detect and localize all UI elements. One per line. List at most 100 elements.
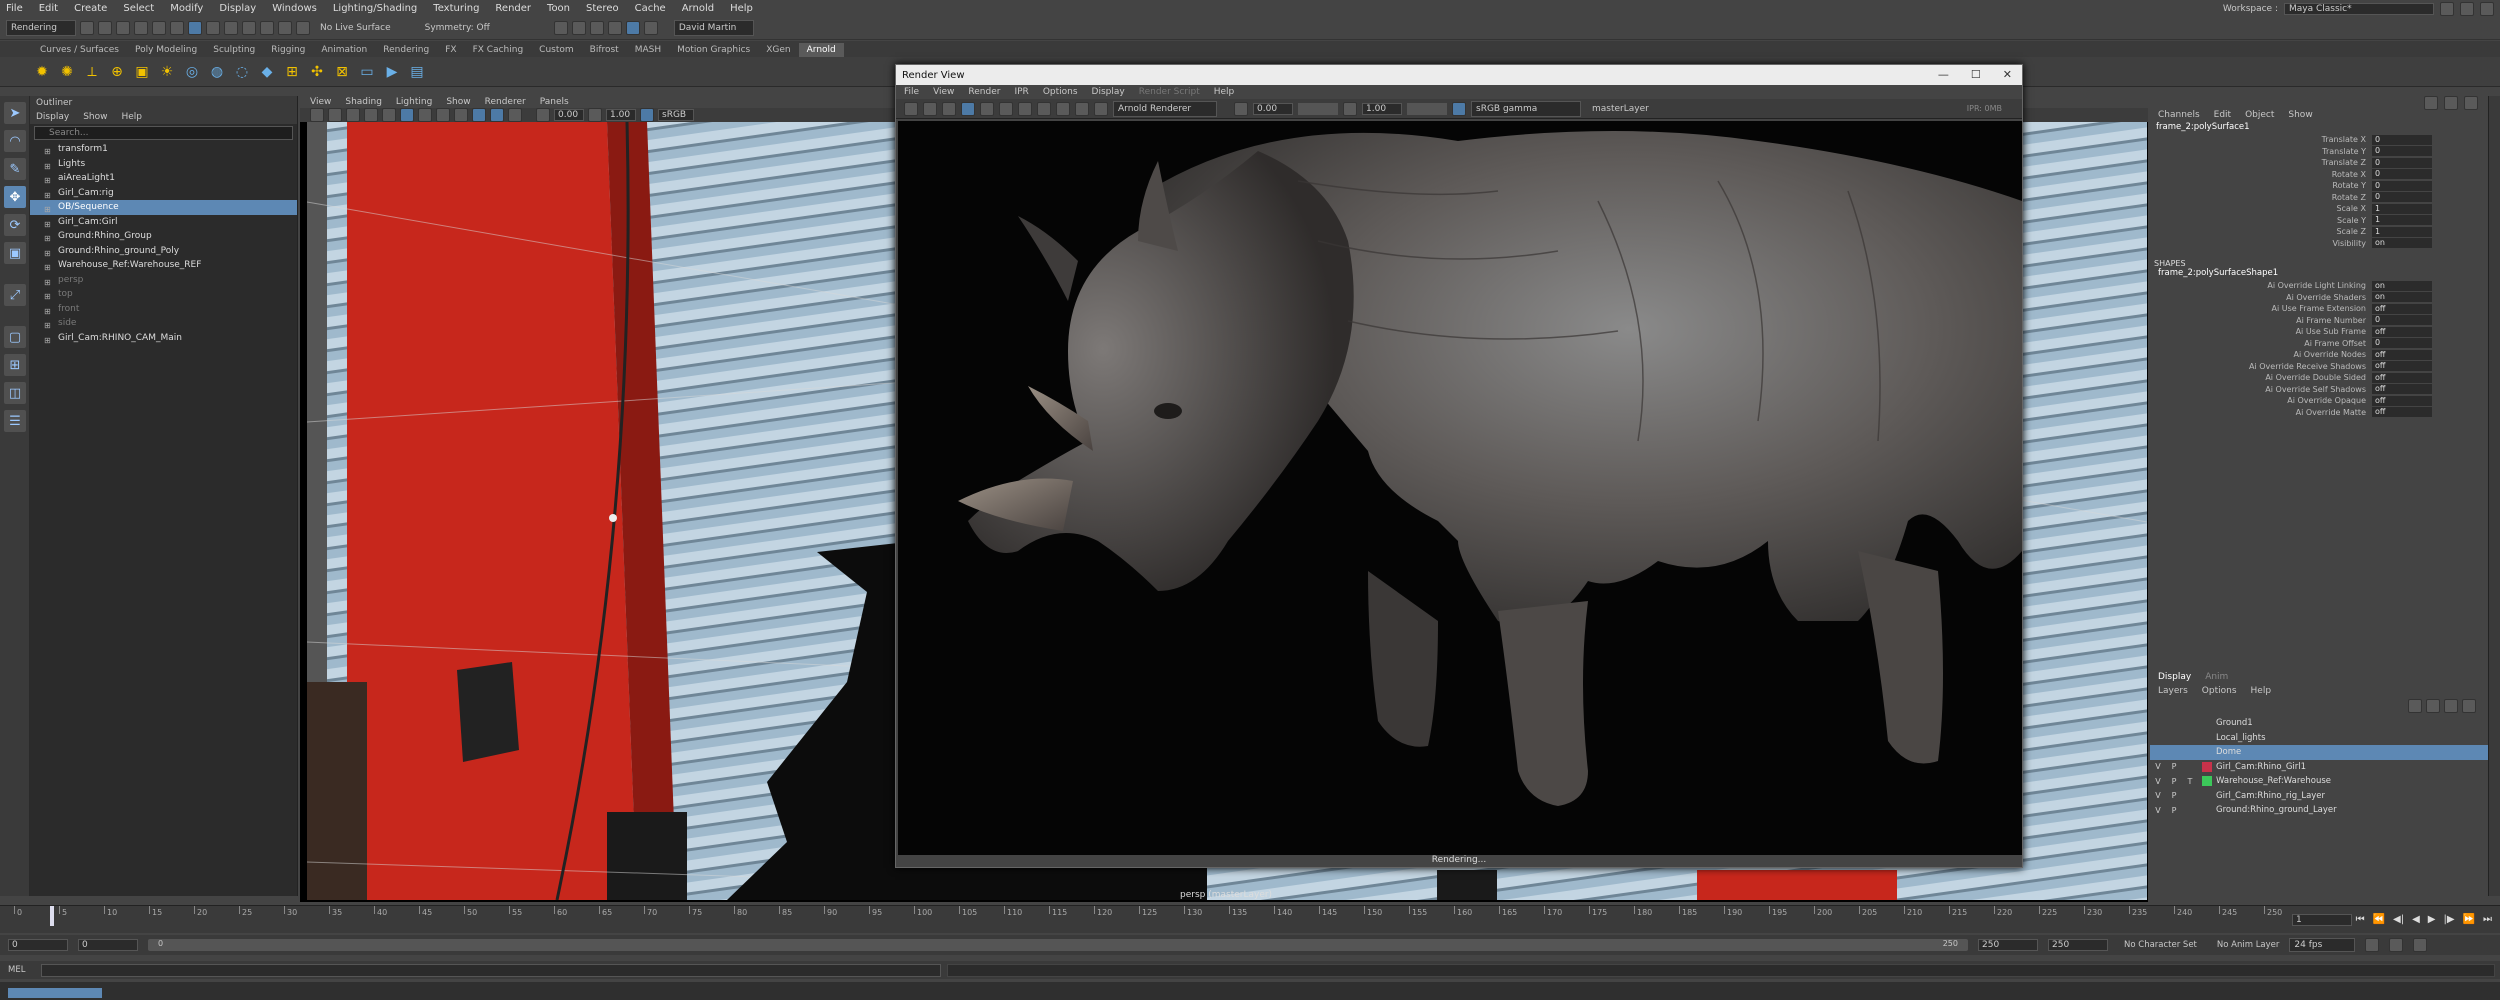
move-layer-up-icon[interactable]: [2408, 699, 2422, 713]
shelf-tab-animation[interactable]: Animation: [313, 43, 375, 57]
physical-sky-icon[interactable]: ☀: [157, 62, 177, 82]
undo-icon[interactable]: [134, 20, 148, 35]
channel-value[interactable]: 0: [2372, 146, 2432, 157]
channel-row[interactable]: Ai Use Frame Extension off: [2150, 303, 2488, 315]
menu-create[interactable]: Create: [74, 3, 107, 14]
shelf-tab-fx-caching[interactable]: FX Caching: [465, 43, 532, 57]
rv-exposure-field[interactable]: 0.00: [1253, 102, 1293, 115]
step-forward-frame-icon[interactable]: |▶: [2443, 914, 2454, 925]
menu-edit[interactable]: Edit: [39, 3, 58, 14]
rv-exposure-icon[interactable]: [1234, 101, 1248, 116]
layer-toggle-t[interactable]: T: [2182, 777, 2198, 786]
ipr-icon[interactable]: [923, 101, 937, 116]
channel-value[interactable]: off: [2372, 372, 2432, 383]
layer-toggle-p[interactable]: P: [2166, 806, 2182, 815]
light-portal-icon[interactable]: ▣: [132, 62, 152, 82]
shelf-tab-custom[interactable]: Custom: [531, 43, 581, 57]
snap-grid-icon[interactable]: [224, 20, 238, 35]
photometric-light-icon[interactable]: ⊕: [107, 62, 127, 82]
tx-manager-icon[interactable]: ✣: [307, 62, 327, 82]
save-scene-icon[interactable]: [116, 20, 130, 35]
shelf-tab-bifrost[interactable]: Bifrost: [582, 43, 627, 57]
gamma-icon[interactable]: [588, 108, 602, 122]
menu-lighting-shading[interactable]: Lighting/Shading: [333, 3, 417, 14]
rv-menu-help[interactable]: Help: [1214, 87, 1235, 97]
channel-value[interactable]: off: [2372, 395, 2432, 406]
cb-menu-object[interactable]: Object: [2245, 110, 2274, 120]
layer-color-swatch[interactable]: [2202, 718, 2212, 728]
layer-tab-display[interactable]: Display: [2158, 672, 2191, 682]
tool-settings-icon[interactable]: [2464, 96, 2478, 110]
channel-value[interactable]: off: [2372, 326, 2432, 337]
outliner-item[interactable]: ⊞ side: [30, 316, 297, 331]
new-layer-selected-icon[interactable]: [2462, 699, 2476, 713]
menu-texturing[interactable]: Texturing: [433, 3, 479, 14]
layer-color-swatch[interactable]: [2202, 776, 2212, 787]
layer-color-swatch[interactable]: [2202, 791, 2212, 801]
menu-modify[interactable]: Modify: [170, 3, 203, 14]
keep-image-icon[interactable]: [999, 101, 1013, 116]
menu-set-dropdown[interactable]: Rendering: [6, 19, 76, 36]
outliner-item[interactable]: ⊞ Girl_Cam:RHINO_CAM_Main: [30, 331, 297, 346]
curve-collector-icon[interactable]: ◌: [232, 62, 252, 82]
channel-row[interactable]: Ai Override Opaque off: [2150, 395, 2488, 407]
render-image[interactable]: [898, 121, 2022, 855]
time-slider[interactable]: 0 5 10 15 20 25 30 35 40 45 50 55 60 65 70 75 80 85 90 95 10…: [0, 905, 2500, 933]
channel-value[interactable]: 0: [2372, 134, 2432, 145]
snap-view-icon[interactable]: [278, 20, 292, 35]
workspace-dropdown[interactable]: Maya Classic*: [2284, 3, 2434, 15]
scene-end-field[interactable]: 250: [2048, 939, 2108, 951]
channel-value[interactable]: off: [2372, 349, 2432, 360]
viewport-colorspace-field[interactable]: sRGB g: [658, 109, 694, 131]
outliner-menu-show[interactable]: Show: [83, 112, 107, 122]
layer-toggle-p[interactable]: P: [2166, 791, 2182, 800]
redo-icon[interactable]: [152, 20, 166, 35]
outliner-item[interactable]: ⊞ Girl_Cam:Girl: [30, 215, 297, 230]
menu-cache[interactable]: Cache: [635, 3, 666, 14]
shelf-tab-mash[interactable]: MASH: [627, 43, 669, 57]
menu-arnold[interactable]: Arnold: [682, 3, 714, 14]
outliner-item[interactable]: ⊞ Ground:Rhino_Group: [30, 229, 297, 244]
material-icon[interactable]: ◆: [257, 62, 277, 82]
lasso-tool-icon[interactable]: ◠: [4, 130, 26, 152]
mel-label[interactable]: MEL: [8, 965, 25, 975]
pause-icon[interactable]: [643, 20, 658, 35]
layout-icon[interactable]: [2460, 2, 2474, 16]
layer-toggle-p[interactable]: P: [2166, 762, 2182, 771]
layer-color-swatch[interactable]: [2202, 761, 2212, 772]
channel-value[interactable]: 0: [2372, 315, 2432, 326]
menu-toon[interactable]: Toon: [547, 3, 570, 14]
layer-menu-layers[interactable]: Layers: [2158, 686, 2188, 696]
step-back-frame-icon[interactable]: ◀|: [2393, 914, 2404, 925]
layer-toggle-v[interactable]: V: [2150, 806, 2166, 815]
shelf-tab-sculpting[interactable]: Sculpting: [205, 43, 263, 57]
snap-surface-icon[interactable]: [296, 20, 310, 35]
color-management-icon[interactable]: [640, 108, 654, 122]
mel-input[interactable]: [41, 963, 942, 977]
display-layer-row[interactable]: Dome: [2150, 745, 2488, 760]
select-component-icon[interactable]: [206, 20, 220, 35]
render-region-icon[interactable]: [980, 101, 994, 116]
real-size-icon[interactable]: [1056, 101, 1070, 116]
smooth-shade-icon[interactable]: [418, 108, 432, 122]
channel-value[interactable]: 0: [2372, 192, 2432, 203]
channel-value[interactable]: 1: [2372, 215, 2432, 226]
range-slider[interactable]: 0 250: [148, 939, 1968, 951]
rv-color-management-icon[interactable]: [1452, 101, 1466, 116]
render-frame-icon[interactable]: [571, 20, 586, 35]
scale-tool-icon[interactable]: ▣: [4, 242, 26, 264]
volume-icon[interactable]: ◍: [207, 62, 227, 82]
viewport-menu-panels[interactable]: Panels: [540, 97, 569, 107]
cb-menu-edit[interactable]: Edit: [2214, 110, 2231, 120]
isolate-select-icon[interactable]: [490, 108, 504, 122]
cb-menu-channels[interactable]: Channels: [2158, 110, 2200, 120]
viewport-gamma-field[interactable]: 1.00: [606, 109, 636, 121]
display-layer-row[interactable]: V P Girl_Cam:Rhino_rig_Layer: [2150, 789, 2488, 804]
shelf-tab-motion-graphics[interactable]: Motion Graphics: [669, 43, 758, 57]
go-to-start-icon[interactable]: ⏮: [2356, 914, 2365, 925]
mesh-light-icon[interactable]: ⟂: [82, 62, 102, 82]
layer-toggle-v[interactable]: V: [2150, 791, 2166, 800]
channel-value[interactable]: on: [2372, 280, 2432, 291]
outliner-item[interactable]: ⊞ OB/Sequence: [30, 200, 297, 215]
remove-image-icon[interactable]: [1018, 101, 1032, 116]
